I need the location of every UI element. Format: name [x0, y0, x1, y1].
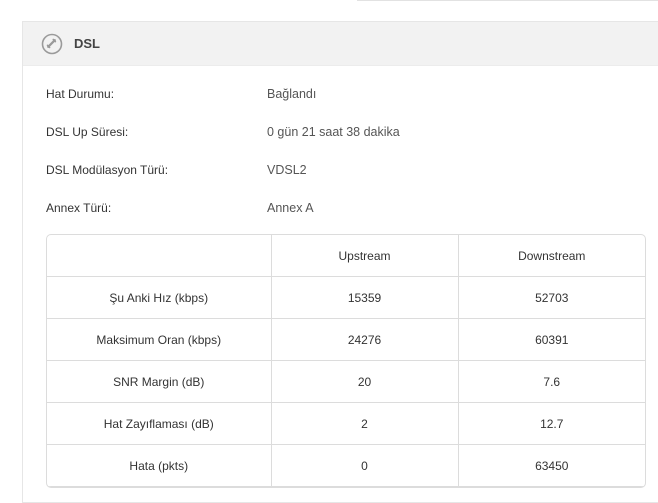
row-label: Hat Zayıflaması (dB)	[47, 402, 272, 445]
table-header-row: Upstream Downstream	[47, 235, 645, 277]
modulation-value: VDSL2	[267, 163, 307, 177]
panel-header: DSL	[23, 22, 658, 66]
upstream-value: 20	[271, 360, 459, 403]
annex-value: Annex A	[267, 201, 314, 215]
line-status-label: Hat Durumu:	[46, 87, 115, 101]
upstream-value: 24276	[271, 318, 459, 361]
phone-icon	[41, 33, 63, 55]
row-label: Hata (pkts)	[47, 444, 272, 487]
downstream-value: 52703	[458, 276, 645, 319]
uptime-value: 0 gün 21 saat 38 dakika	[267, 125, 400, 139]
downstream-value: 60391	[458, 318, 645, 361]
modulation-row: DSL Modülasyon Türü: VDSL2	[46, 160, 307, 180]
table-header-downstream: Downstream	[458, 235, 645, 277]
downstream-value: 12.7	[458, 402, 645, 445]
table-row: Maksimum Oran (kbps) 24276 60391	[47, 318, 645, 361]
panel-title: DSL	[74, 36, 100, 51]
downstream-value: 63450	[458, 444, 645, 487]
table-row: Hat Zayıflaması (dB) 2 12.7	[47, 402, 645, 445]
uptime-label: DSL Up Süresi:	[46, 125, 129, 139]
modulation-label: DSL Modülasyon Türü:	[46, 163, 169, 177]
table-header-empty	[47, 235, 272, 277]
upstream-value: 2	[271, 402, 459, 445]
row-label: Şu Anki Hız (kbps)	[47, 276, 272, 319]
annex-row: Annex Türü: Annex A	[46, 198, 314, 218]
line-status-value: Bağlandı	[267, 87, 317, 101]
dsl-stats-table: Upstream Downstream Şu Anki Hız (kbps) 1…	[46, 234, 646, 488]
table-header-upstream: Upstream	[271, 235, 459, 277]
table-row: SNR Margin (dB) 20 7.6	[47, 360, 645, 403]
line-status-row: Hat Durumu: Bağlandı	[46, 84, 316, 104]
uptime-row: DSL Up Süresi: 0 gün 21 saat 38 dakika	[46, 122, 400, 142]
upstream-value: 0	[271, 444, 459, 487]
upstream-value: 15359	[271, 276, 459, 319]
dsl-panel: DSL Hat Durumu: Bağlandı DSL Up Süresi: …	[22, 21, 658, 503]
table-row: Şu Anki Hız (kbps) 15359 52703	[47, 276, 645, 319]
annex-label: Annex Türü:	[46, 201, 112, 215]
downstream-value: 7.6	[458, 360, 645, 403]
table-row: Hata (pkts) 0 63450	[47, 444, 645, 487]
row-label: Maksimum Oran (kbps)	[47, 318, 272, 361]
row-label: SNR Margin (dB)	[47, 360, 272, 403]
top-divider	[357, 0, 658, 1]
